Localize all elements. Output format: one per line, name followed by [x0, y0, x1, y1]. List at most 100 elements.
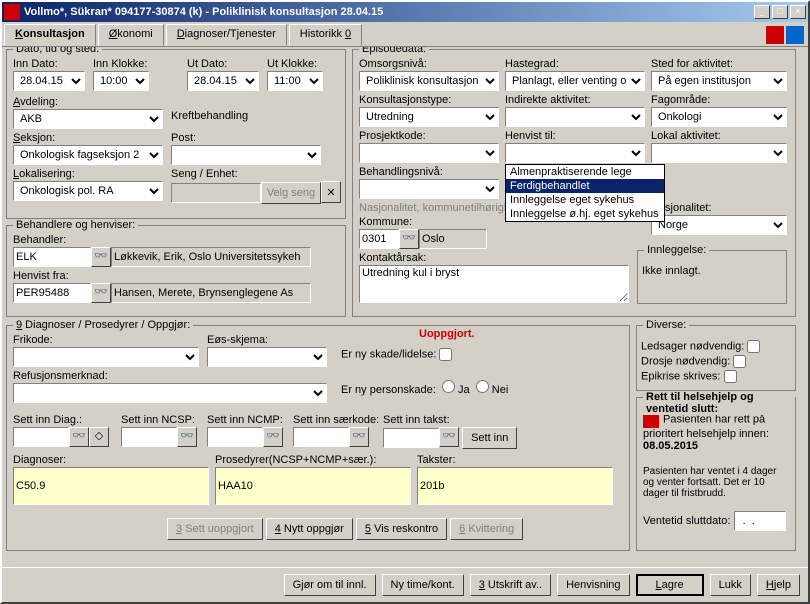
inn-dato-select[interactable]: 28.04.15 [13, 71, 85, 91]
behandler-search-icon[interactable]: 👓 [91, 247, 111, 267]
lokal-select[interactable] [651, 143, 787, 163]
ledsager-label: Ledsager nødvendig: [641, 340, 744, 352]
sett-ncmp-input[interactable] [207, 427, 263, 447]
diagnoser-field[interactable] [13, 467, 209, 505]
sett-saer-input[interactable] [293, 427, 349, 447]
ut-klokke-select[interactable]: 11:00 [267, 71, 323, 91]
behandler-label: Behandler: [13, 234, 311, 246]
ny-person-label: Er ny personskade: [341, 384, 436, 396]
henvisning-button[interactable]: Henvisning [557, 574, 629, 596]
henvisttil-select[interactable] [505, 143, 645, 163]
eos-select[interactable] [207, 347, 327, 367]
nei-radio[interactable] [476, 380, 489, 393]
avdeling-label: Avdeling: [13, 96, 163, 108]
sett-inn-button[interactable]: Sett inn [462, 427, 517, 449]
gjor-om-button[interactable]: Gjør om til innl. [284, 574, 376, 596]
indirekte-select[interactable] [505, 107, 645, 127]
diag-search-icon[interactable]: 👓 [69, 427, 89, 447]
tab-konsultasjon[interactable]: Konsultasjon [4, 24, 96, 46]
utskrift-button[interactable]: 3 Utskrift av.. [470, 574, 551, 596]
ncsp-search-icon[interactable]: 👓 [177, 427, 197, 447]
kontakt-label: Kontaktårsak: [359, 252, 629, 264]
nytt-oppgjor-button[interactable]: 4 Nytt oppgjør [266, 518, 353, 540]
kommune-search-icon[interactable]: 👓 [399, 229, 419, 249]
frikode-select[interactable] [13, 347, 199, 367]
app-icon [4, 4, 20, 20]
frikode-label: Frikode: [13, 334, 199, 346]
sted-select[interactable]: På egen institusjon [651, 71, 787, 91]
epikrise-label: Epikrise skrives: [641, 370, 720, 382]
vis-reskontro-button[interactable]: 5 Vis reskontro [356, 518, 447, 540]
omsorg-select[interactable]: Poliklinisk konsultasjon [359, 71, 499, 91]
kommune-kode-input[interactable] [359, 229, 399, 249]
group-dato-legend: Dato, tid og sted: [13, 47, 102, 55]
drosje-checkbox[interactable] [733, 355, 746, 368]
behniva-label: Behandlingsnivå: [359, 166, 499, 178]
ny-skade-checkbox[interactable] [439, 348, 452, 361]
nasjonalitet-label: Nasjonalitet: [651, 202, 787, 214]
nei-label: Nei [492, 384, 509, 396]
ncmp-search-icon[interactable]: 👓 [263, 427, 283, 447]
henvist-search-icon[interactable]: 👓 [91, 283, 111, 303]
lokalisering-select[interactable]: Onkologisk pol. RA [13, 181, 163, 201]
avdeling-select[interactable]: AKB [13, 109, 163, 129]
seksjon-label: Seksjon: [13, 132, 163, 144]
red-flag-icon[interactable] [766, 26, 784, 44]
ut-dato-select[interactable]: 28.04.15 [187, 71, 259, 91]
kommune-label: Kommune: [359, 216, 487, 228]
diag-browse-icon[interactable]: ◇ [89, 427, 109, 447]
konstype-select[interactable]: Utredning [359, 107, 499, 127]
seng-field [171, 183, 261, 203]
sett-ncsp-input[interactable] [121, 427, 177, 447]
sett-diag-input[interactable] [13, 427, 69, 447]
rett-dato: 08.05.2015 [643, 440, 698, 452]
omsorg-label: Omsorgsnivå: [359, 58, 499, 70]
hjelp-button[interactable]: Hjelp [757, 574, 800, 596]
henvist-fra-input[interactable] [13, 283, 91, 303]
kontakt-textarea[interactable]: Utredning kul i bryst [359, 265, 629, 303]
takst-search-icon[interactable]: 👓 [439, 427, 459, 447]
prosedyrer-field[interactable] [215, 467, 411, 505]
maximize-button[interactable]: □ [772, 5, 788, 19]
ny-time-button[interactable]: Ny time/kont. [382, 574, 464, 596]
dropdown-option[interactable]: Innleggelse eget sykehus [506, 193, 664, 207]
haste-label: Hastegrad: [505, 58, 645, 70]
group-episodedata: Episodedata: Omsorgsnivå:Poliklinisk kon… [352, 49, 796, 317]
nasjonalitet-select[interactable]: Norge [651, 215, 787, 235]
sett-saer-label: Sett inn særkode: [293, 414, 379, 426]
behniva-select[interactable] [359, 179, 499, 199]
prosjekt-select[interactable] [359, 143, 499, 163]
avdeling-text: Kreftbehandling [171, 110, 248, 122]
slutt-input[interactable] [734, 511, 786, 531]
drosje-label: Drosje nødvendig: [641, 355, 730, 367]
tab-diagnoser[interactable]: Diagnoser/Tjenester [166, 24, 287, 46]
lukk-button[interactable]: Lukk [710, 574, 751, 596]
fag-select[interactable]: Onkologi [651, 107, 787, 127]
sett-takst-label: Sett inn takst: [383, 414, 517, 426]
dropdown-option[interactable]: Almenpraktiserende lege [506, 165, 664, 179]
rett-line2: Pasienten har ventet i 4 dager og venter… [643, 466, 789, 499]
ledsager-checkbox[interactable] [747, 340, 760, 353]
saer-search-icon[interactable]: 👓 [349, 427, 369, 447]
henvisttil-dropdown-list[interactable]: Almenpraktiserende lege Ferdigbehandlet … [505, 164, 665, 222]
tab-okonomi[interactable]: Økonomi [98, 24, 164, 46]
refusjon-select[interactable] [13, 383, 327, 403]
ja-radio[interactable] [442, 380, 455, 393]
post-select[interactable] [171, 145, 321, 165]
eos-label: Eøs-skjema: [207, 334, 327, 346]
blue-icon[interactable] [786, 26, 804, 44]
sett-takst-input[interactable] [383, 428, 439, 448]
dropdown-option[interactable]: Innleggelse ø.hj. eget sykehus [506, 207, 664, 221]
close-button[interactable]: × [790, 5, 806, 19]
dropdown-option-selected[interactable]: Ferdigbehandlet [506, 179, 664, 193]
tab-historikk[interactable]: Historikk 0 [289, 24, 362, 46]
minimize-button[interactable]: _ [754, 5, 770, 19]
haste-select[interactable]: Planlagt, eller venting ove [505, 71, 645, 91]
epikrise-checkbox[interactable] [724, 370, 737, 383]
inn-klokke-select[interactable]: 10:00 [93, 71, 149, 91]
seng-x-button[interactable]: ✕ [321, 181, 341, 203]
lagre-button[interactable]: Lagre [636, 574, 704, 596]
takster-field[interactable] [417, 467, 613, 505]
behandler-input[interactable] [13, 247, 91, 267]
seksjon-select[interactable]: Onkologisk fagseksjon 2 [13, 145, 163, 165]
